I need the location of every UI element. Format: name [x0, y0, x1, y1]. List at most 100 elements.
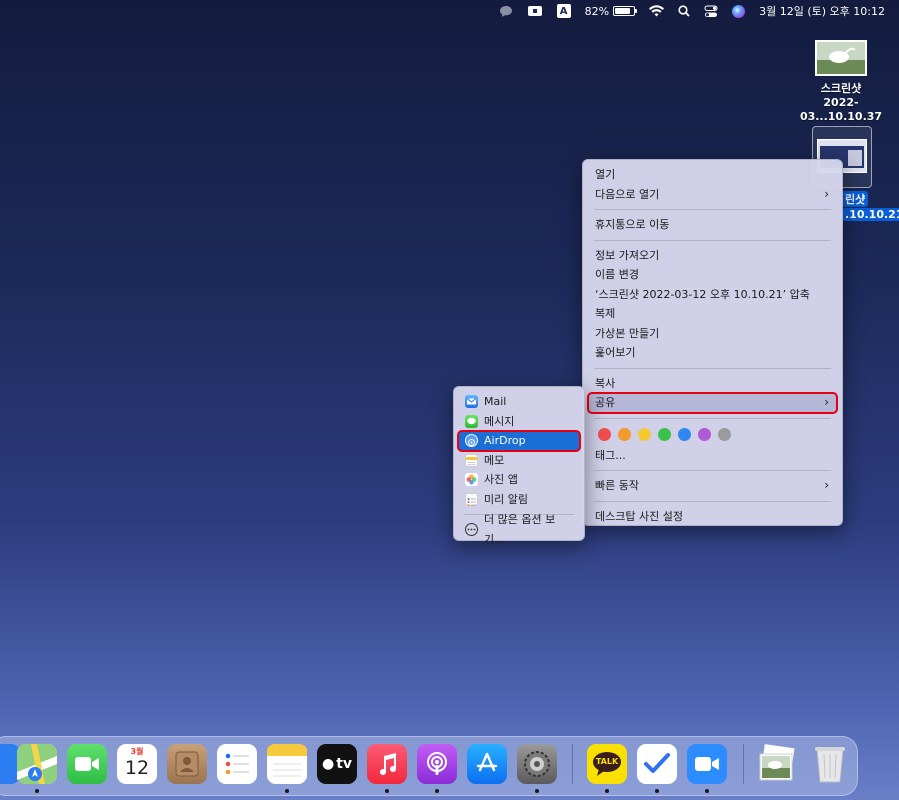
- menu-separator: [594, 209, 831, 210]
- file-thumbnail: [815, 40, 867, 76]
- notes-dock-icon[interactable]: [267, 744, 307, 784]
- menu-label: 가상본 만들기: [595, 326, 660, 340]
- todo-check-icon[interactable]: [637, 744, 677, 784]
- contacts-icon[interactable]: [167, 744, 207, 784]
- running-indicator: [535, 789, 539, 793]
- kakaotalk-label: TALK: [595, 757, 619, 766]
- menu-label: 정보 가져오기: [595, 248, 660, 262]
- siri-icon[interactable]: [732, 4, 746, 18]
- tag-color-row: [588, 424, 837, 446]
- menu-separator: [594, 500, 831, 502]
- menu-item-get-info[interactable]: 정보 가져오기: [588, 246, 837, 266]
- tag-color-dot[interactable]: [718, 428, 731, 441]
- tag-color-dot[interactable]: [638, 428, 651, 441]
- dock-divider: [743, 744, 744, 784]
- desktop-file-screenshot-1[interactable]: 스크린샷 2022-03...10.10.37: [786, 40, 896, 124]
- share-item-photos[interactable]: 사진 앱: [458, 470, 580, 490]
- share-item-label: 메시지: [484, 414, 515, 428]
- menu-separator: [594, 417, 831, 419]
- share-item-label: AirDrop: [484, 434, 526, 447]
- system-preferences-icon[interactable]: [517, 744, 557, 784]
- kakaotalk-icon[interactable]: TALK: [587, 744, 627, 784]
- menu-label: ‘스크린샷 2022-03-12 오후 10.10.21’ 압축: [595, 287, 810, 301]
- camera-icon[interactable]: [527, 5, 543, 17]
- running-indicator: [705, 789, 709, 793]
- menu-item-copy[interactable]: 복사: [588, 374, 837, 394]
- battery-percent: 82%: [584, 4, 610, 18]
- menu-item-move-to-trash[interactable]: 휴지통으로 이동: [588, 215, 837, 235]
- menu-item-quick-actions[interactable]: 빠른 동작 ›: [588, 476, 837, 496]
- share-item-label: 미리 알림: [484, 492, 528, 506]
- menu-item-duplicate[interactable]: 복제: [588, 304, 837, 324]
- share-item-airdrop[interactable]: AirDrop: [457, 430, 581, 452]
- calendar-icon[interactable]: 3월 12: [117, 744, 157, 784]
- calendar-month: 3월: [130, 747, 144, 756]
- downloads-stack-icon[interactable]: [757, 744, 797, 784]
- tag-color-dot[interactable]: [678, 428, 691, 441]
- chevron-right-icon: ›: [824, 186, 829, 201]
- menu-label: 태그...: [595, 448, 626, 462]
- spotlight-search-icon[interactable]: [678, 5, 690, 17]
- tag-color-dot[interactable]: [658, 428, 671, 441]
- battery-icon: [613, 6, 638, 16]
- menu-item-quick-look[interactable]: 훑어보기: [588, 343, 837, 363]
- file-label: 스크린샷 2022-03...10.10.37: [786, 82, 896, 124]
- menu-item-set-desktop-picture[interactable]: 데스크탑 사진 설정: [588, 507, 837, 527]
- share-item-label: Mail: [484, 395, 507, 408]
- share-more-options[interactable]: 더 많은 옵션 보기...: [458, 513, 580, 546]
- chevron-right-icon: ›: [824, 395, 829, 409]
- keyboard-input-icon[interactable]: A: [556, 4, 571, 18]
- apple-tv-icon[interactable]: ● tv: [317, 744, 357, 784]
- running-indicator: [285, 789, 289, 793]
- ellipsis-icon: [465, 523, 478, 537]
- speech-bubble-icon[interactable]: [499, 5, 513, 18]
- menu-item-share[interactable]: 공유 ›: [587, 392, 838, 414]
- tv-label: tv: [336, 756, 353, 772]
- facetime-icon[interactable]: [67, 744, 107, 784]
- control-center-icon[interactable]: [704, 5, 718, 18]
- mail-icon: [465, 395, 478, 409]
- notes-icon: [465, 453, 478, 467]
- apple-logo-icon: ●: [321, 756, 335, 772]
- running-indicator: [605, 789, 609, 793]
- menu-item-open[interactable]: 열기: [588, 165, 837, 185]
- menu-label: 복제: [595, 307, 616, 320]
- reminders-dock-icon[interactable]: [217, 744, 257, 784]
- tag-color-dot[interactable]: [698, 428, 711, 441]
- menu-label: 빠른 동작: [595, 479, 639, 492]
- app-store-icon[interactable]: [467, 744, 507, 784]
- menu-item-rename[interactable]: 이름 변경: [588, 265, 837, 285]
- share-item-messages[interactable]: 메시지: [458, 412, 580, 432]
- trash-icon[interactable]: [810, 744, 850, 784]
- menu-label: 훑어보기: [595, 346, 636, 359]
- maps-icon[interactable]: [17, 744, 57, 784]
- share-item-reminders[interactable]: 미리 알림: [458, 490, 580, 510]
- share-item-label: 더 많은 옵션 보기...: [484, 513, 556, 546]
- menubar-clock[interactable]: 3월 12일 (토) 오후 10:12: [759, 3, 885, 19]
- messages-icon: [465, 414, 478, 428]
- menu-label: 이름 변경: [595, 268, 639, 281]
- photos-icon: [465, 473, 478, 487]
- menu-item-open-with[interactable]: 다음으로 열기 ›: [588, 185, 837, 205]
- menu-bar: A 82% 3월 12일 (토) 오후 10:12: [0, 0, 899, 22]
- menu-item-compress[interactable]: ‘스크린샷 2022-03-12 오후 10.10.21’ 압축: [588, 285, 837, 305]
- share-submenu: Mail 메시지 AirDrop 메모 사진 앱 미리 알림 더 많은 옵션 보…: [453, 386, 585, 546]
- battery-status[interactable]: 82%: [584, 4, 638, 18]
- share-item-mail[interactable]: Mail: [458, 392, 580, 412]
- music-icon[interactable]: [367, 744, 407, 784]
- zoom-icon[interactable]: [687, 744, 727, 784]
- file-name-line2: .10.10.21: [842, 208, 899, 221]
- file-name-line1: 린샷: [842, 191, 869, 207]
- menu-label: 열기: [595, 168, 616, 181]
- tag-color-dot[interactable]: [618, 428, 631, 441]
- podcasts-icon[interactable]: [417, 744, 457, 784]
- share-item-notes[interactable]: 메모: [458, 451, 580, 471]
- menu-label: 공유: [595, 396, 616, 409]
- selected-file-label[interactable]: 린샷 .10.10.21: [842, 191, 899, 221]
- dock-divider: [572, 744, 573, 784]
- menu-item-tags[interactable]: 태그...: [588, 446, 837, 466]
- menu-item-make-alias[interactable]: 가상본 만들기: [588, 324, 837, 344]
- running-indicator: [385, 789, 389, 793]
- wifi-icon[interactable]: [649, 5, 665, 17]
- tag-color-dot[interactable]: [598, 428, 611, 441]
